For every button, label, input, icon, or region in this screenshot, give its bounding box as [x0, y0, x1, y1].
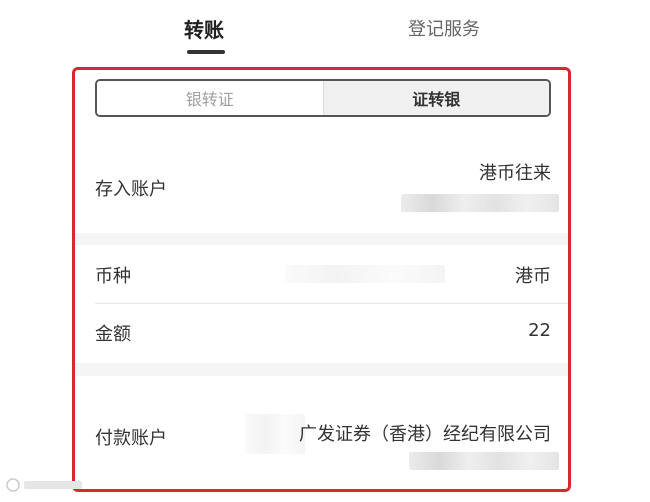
amount-value: 22 — [528, 320, 551, 341]
payment-account-label: 付款账户 — [95, 428, 167, 449]
transfer-direction-toggle: 银转证 证转银 — [95, 79, 551, 117]
deposit-account-value: 港币往来 — [479, 163, 551, 184]
tab-registration-services[interactable]: 登记服务 — [408, 15, 480, 41]
segment-bank-to-securities[interactable]: 银转证 — [97, 81, 323, 115]
amount-row[interactable]: 金额 22 — [75, 304, 568, 362]
currency-label: 币种 — [95, 266, 131, 287]
payment-account-value: 广发证券（香港）经纪有限公司 — [299, 424, 551, 445]
currency-amount-block: 币种 港币 金额 22 — [75, 245, 568, 363]
blurred-account-number — [401, 194, 559, 212]
active-tab-indicator — [187, 50, 225, 54]
blurred-hint — [285, 265, 445, 283]
deposit-account-row[interactable]: 存入账户 港币往来 — [75, 142, 568, 233]
segment-securities-to-bank[interactable]: 证转银 — [322, 81, 549, 115]
amount-label: 金额 — [95, 324, 131, 345]
currency-value: 港币 — [515, 266, 551, 287]
transfer-form-highlight: 银转证 证转银 存入账户 港币往来 币种 港币 金额 22 付款账户 广发证券（… — [72, 67, 571, 492]
tab-transfer[interactable]: 转账 — [184, 14, 224, 43]
blurred-region — [245, 414, 305, 454]
top-tab-bar: 转账 登记服务 — [0, 0, 650, 60]
currency-row[interactable]: 币种 港币 — [75, 245, 568, 303]
blurred-account-number — [409, 452, 559, 470]
deposit-account-label: 存入账户 — [95, 179, 167, 200]
watermark-logo — [6, 478, 86, 495]
direction-segment-area: 银转证 证转银 — [75, 70, 568, 142]
payment-account-row[interactable]: 付款账户 广发证券（香港）经纪有限公司 — [75, 376, 568, 489]
watermark-icon — [6, 478, 82, 492]
